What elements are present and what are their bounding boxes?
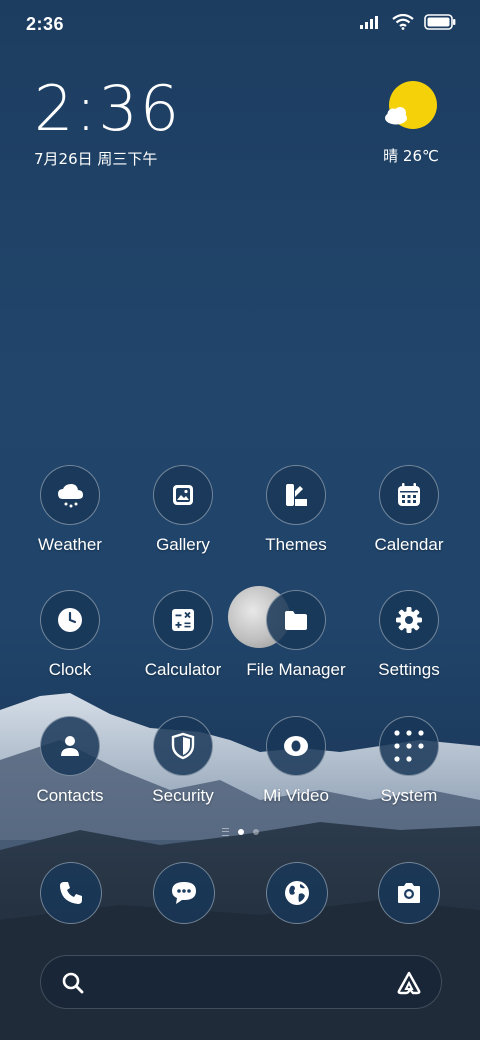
signal-icon [360, 16, 378, 29]
widget-date: 7月26日 周三下午 [34, 150, 158, 168]
app-themes[interactable]: Themes [240, 465, 352, 555]
app-label: Mi Video [263, 786, 329, 805]
dock-messaging[interactable] [153, 862, 215, 924]
shield-icon [153, 716, 213, 776]
battery-icon [424, 14, 456, 30]
clock-icon [40, 590, 100, 650]
folder-grid-icon [379, 716, 439, 776]
status-icons [360, 14, 456, 30]
globe-icon [266, 862, 328, 924]
app-contacts[interactable]: Contacts [14, 716, 126, 806]
status-bar: 2:36 [0, 0, 480, 50]
app-system-folder[interactable]: System [353, 716, 465, 806]
app-security[interactable]: Security [127, 716, 239, 806]
person-icon [40, 716, 100, 776]
app-gallery[interactable]: Gallery [127, 465, 239, 555]
app-label: Settings [378, 660, 440, 679]
calculator-icon [153, 590, 213, 650]
app-settings[interactable]: Settings [353, 590, 465, 680]
app-label: Calendar [374, 535, 444, 554]
app-label: Clock [48, 660, 92, 679]
search-icon[interactable] [61, 971, 85, 995]
app-label: Gallery [156, 535, 210, 554]
weather-text: 晴 26℃ [383, 147, 439, 165]
gear-icon [379, 590, 439, 650]
page-dot[interactable] [252, 829, 259, 835]
app-clock[interactable]: Clock [14, 590, 126, 680]
dock-camera[interactable] [378, 862, 440, 924]
assistant-icon[interactable] [395, 970, 423, 996]
image-icon [153, 465, 213, 525]
app-label: System [380, 786, 438, 805]
app-weather[interactable]: Weather [14, 465, 126, 555]
camera-icon [378, 862, 440, 924]
cloud-snow-icon [40, 465, 100, 525]
app-label: Contacts [36, 786, 104, 805]
play-icon [266, 716, 326, 776]
palette-icon [266, 465, 326, 525]
app-calendar[interactable]: Calendar [353, 465, 465, 555]
sun-cloud-icon [385, 81, 437, 129]
folder-icon [266, 590, 326, 650]
wifi-icon [392, 14, 414, 30]
page-dot-active[interactable] [237, 829, 244, 835]
status-time: 2:36 [26, 14, 65, 34]
weather-widget[interactable]: 晴 26℃ [376, 80, 446, 166]
app-label: Security [152, 786, 214, 805]
dock-browser[interactable] [266, 862, 328, 924]
dock-phone[interactable] [40, 862, 102, 924]
app-label: Themes [265, 535, 327, 554]
calendar-icon [379, 465, 439, 525]
clock-widget[interactable]: 2:36 7月26日 周三下午 [34, 74, 181, 169]
widget-time: 2:36 [34, 72, 182, 145]
app-label: Calculator [144, 660, 222, 679]
message-icon [153, 862, 215, 924]
app-calculator[interactable]: Calculator [127, 590, 239, 680]
page-list-icon[interactable] [221, 828, 229, 836]
search-bar[interactable] [40, 955, 442, 1009]
app-label: Weather [38, 535, 102, 554]
app-file-manager[interactable]: File Manager [240, 590, 352, 680]
phone-icon [40, 862, 102, 924]
app-mi-video[interactable]: Mi Video [240, 716, 352, 806]
app-label: File Manager [246, 660, 346, 679]
page-indicator[interactable] [0, 828, 480, 836]
